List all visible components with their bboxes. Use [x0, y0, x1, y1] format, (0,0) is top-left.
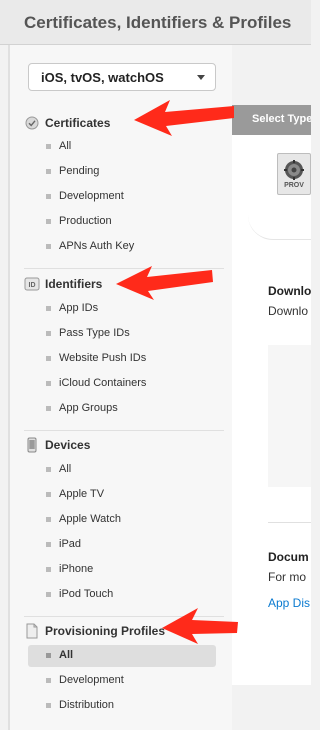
sidebar-item-label: iPad	[59, 538, 82, 550]
bullet-icon	[46, 492, 51, 497]
sidebar-item-label: iCloud Containers	[59, 377, 147, 389]
bullet-icon	[46, 169, 51, 174]
certificate-icon	[24, 115, 40, 131]
sidebar-item-apns-auth-key[interactable]: APNs Auth Key	[28, 236, 216, 258]
sidebar-item-label: App IDs	[59, 302, 99, 314]
chevron-down-icon	[197, 75, 205, 80]
download-area	[268, 345, 311, 487]
sidebar-item-label: Apple TV	[59, 488, 105, 500]
app-distribution-link[interactable]: App Dis	[268, 596, 311, 610]
bullet-icon	[46, 567, 51, 572]
sidebar-item-profiles-distribution[interactable]: Distribution	[28, 695, 216, 717]
documentation-heading: Docum	[268, 550, 309, 564]
sidebar-item-label: Distribution	[59, 699, 115, 711]
bullet-icon	[46, 331, 51, 336]
sidebar-item-ipad[interactable]: iPad	[28, 534, 216, 556]
sidebar-item-app-groups[interactable]: App Groups	[28, 398, 216, 420]
bullet-icon	[46, 406, 51, 411]
sidebar-item-label: All	[59, 463, 72, 475]
sidebar-item-production[interactable]: Production	[28, 211, 216, 233]
bullet-icon	[46, 194, 51, 199]
sidebar-item-label: Development	[59, 190, 124, 202]
provisioning-file-icon[interactable]: PROV	[277, 153, 311, 195]
bullet-icon	[46, 703, 51, 708]
section-header-devices[interactable]: Devices	[24, 435, 224, 457]
documentation-text: For mo	[268, 570, 307, 584]
sidebar-item-label: Pending	[59, 165, 100, 177]
download-text: Downlo	[268, 304, 309, 318]
sidebar-item-apple-watch[interactable]: Apple Watch	[28, 509, 216, 531]
bullet-icon	[46, 678, 51, 683]
bullet-icon	[46, 244, 51, 249]
sidebar-item-pending[interactable]: Pending	[28, 161, 216, 183]
bullet-icon	[46, 144, 51, 149]
sidebar-item-website-push-ids[interactable]: Website Push IDs	[28, 348, 216, 370]
platform-dropdown[interactable]: iOS, tvOS, watchOS	[28, 63, 216, 91]
section-divider	[24, 430, 224, 431]
section-title-certificates: Certificates	[45, 116, 111, 130]
sidebar-item-icloud-containers[interactable]: iCloud Containers	[28, 373, 216, 395]
bullet-icon	[46, 592, 51, 597]
download-heading: Downlo	[268, 284, 311, 298]
annotation-arrow-certificates	[134, 100, 234, 136]
sidebar-item-ipod-touch[interactable]: iPod Touch	[28, 584, 216, 606]
sidebar-item-iphone[interactable]: iPhone	[28, 559, 216, 581]
platform-dropdown-value: iOS, tvOS, watchOS	[41, 70, 164, 85]
sidebar-item-label: APNs Auth Key	[59, 240, 135, 252]
sidebar-item-certificates-all[interactable]: All	[28, 136, 216, 158]
sidebar-item-label: iPod Touch	[59, 588, 114, 600]
sidebar-item-certificates-development[interactable]: Development	[28, 186, 216, 208]
device-icon	[24, 437, 40, 453]
document-icon	[24, 623, 40, 639]
sidebar-item-label: iPhone	[59, 563, 94, 575]
sidebar-item-profiles-all[interactable]: All	[28, 645, 216, 667]
gear-icon	[284, 160, 304, 180]
sidebar-item-label: All	[59, 140, 72, 152]
sidebar-item-pass-type-ids[interactable]: Pass Type IDs	[28, 323, 216, 345]
content-divider	[268, 522, 311, 523]
bullet-icon	[46, 542, 51, 547]
sidebar-item-label: Website Push IDs	[59, 352, 147, 364]
section-title-provisioning-profiles: Provisioning Profiles	[45, 624, 166, 638]
sidebar-item-label: Pass Type IDs	[59, 327, 130, 339]
sidebar-item-label: All	[59, 649, 74, 661]
sidebar-item-label: Apple Watch	[59, 513, 121, 525]
sidebar-item-devices-all[interactable]: All	[28, 459, 216, 481]
bullet-icon	[46, 219, 51, 224]
sidebar-item-label: App Groups	[59, 402, 118, 414]
bullet-icon	[46, 467, 51, 472]
annotation-arrow-identifiers	[116, 266, 213, 300]
sidebar-item-label: Production	[59, 215, 112, 227]
section-title-identifiers: Identifiers	[45, 277, 103, 291]
id-badge-icon: ID	[24, 276, 40, 292]
bullet-icon	[46, 517, 51, 522]
bullet-icon	[46, 653, 51, 658]
top-header-bar: Certificates, Identifiers & Profiles	[0, 0, 311, 45]
bullet-icon	[46, 356, 51, 361]
bullet-icon	[46, 381, 51, 386]
sidebar-item-profiles-development[interactable]: Development	[28, 670, 216, 692]
select-type-label: Select Type	[252, 113, 311, 125]
sidebar-item-label: Development	[59, 674, 124, 686]
svg-text:ID: ID	[29, 282, 36, 289]
file-type-label: PROV	[284, 182, 304, 189]
bullet-icon	[46, 306, 51, 311]
sidebar-item-apple-tv[interactable]: Apple TV	[28, 484, 216, 506]
section-title-devices: Devices	[45, 438, 91, 452]
page-title: Certificates, Identifiers & Profiles	[24, 13, 292, 32]
annotation-arrow-provisioning-profiles	[162, 608, 238, 644]
select-type-bar: Select Type	[232, 105, 311, 135]
